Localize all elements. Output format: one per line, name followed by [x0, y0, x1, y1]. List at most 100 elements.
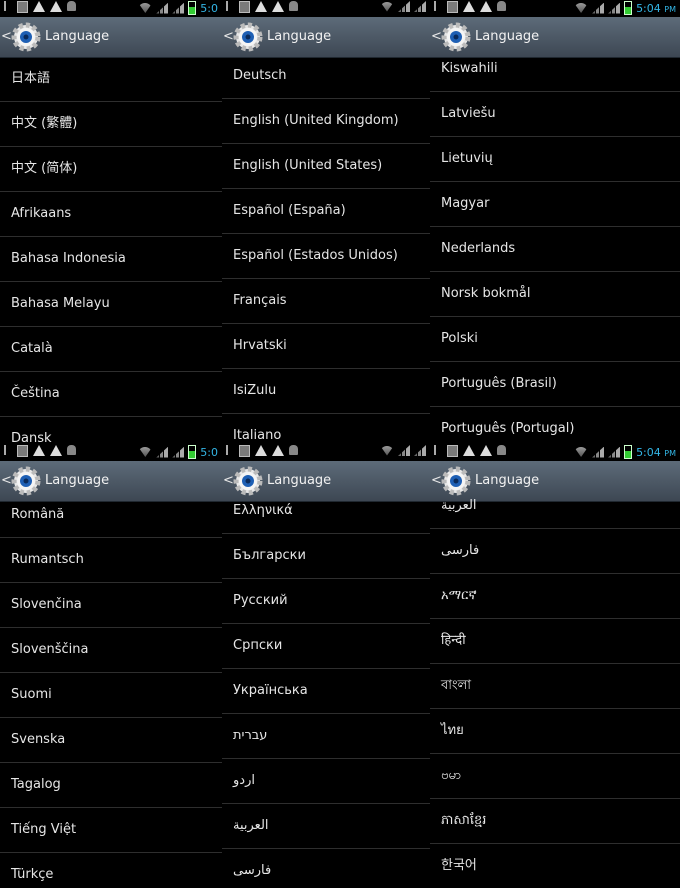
language-item[interactable]: አማርኛ — [430, 574, 680, 619]
language-item[interactable]: 한국어 — [430, 844, 680, 888]
language-item[interactable]: ဗမာ — [430, 754, 680, 799]
status-bar: 5:0 — [0, 444, 222, 461]
signal-icon — [172, 446, 185, 458]
clock: 5:0 — [200, 445, 218, 459]
usb-icon — [226, 1, 234, 11]
battery-icon — [624, 1, 633, 15]
language-panel-2: < Language Deutsch English (United Kingd… — [222, 0, 430, 444]
usb-icon — [4, 1, 12, 11]
status-bar: 5:0 — [0, 0, 222, 17]
language-item[interactable]: Português (Brasil) — [430, 362, 680, 407]
language-item[interactable]: Polski — [430, 317, 680, 362]
language-item[interactable]: Slovenčina — [0, 583, 222, 628]
screen-title: Language — [45, 473, 110, 488]
language-list: Română Rumantsch Slovenčina Slovenščina … — [0, 493, 222, 888]
signal-icon — [398, 1, 410, 12]
language-item[interactable]: Dansk — [0, 417, 222, 444]
language-item[interactable]: Tagalog — [0, 763, 222, 808]
language-item[interactable]: Nederlands — [430, 227, 680, 272]
clock: 5:04 PM — [636, 1, 676, 15]
language-item[interactable]: فارسی — [222, 849, 430, 888]
language-item[interactable]: English (United States) — [222, 144, 430, 189]
language-item[interactable]: IsiZulu — [222, 369, 430, 414]
language-item[interactable]: Italiano — [222, 414, 430, 444]
language-item[interactable]: Latviešu — [430, 92, 680, 137]
language-item[interactable]: Tiếng Việt — [0, 808, 222, 853]
signal-icon — [608, 446, 621, 458]
language-panel-1: 5:0 < Language 日本語 中文 (繁體) 中文 (简体) Afrik… — [0, 0, 222, 444]
language-item[interactable]: Afrikaans — [0, 192, 222, 237]
language-item[interactable]: Bahasa Indonesia — [0, 237, 222, 282]
language-item[interactable]: Română — [0, 493, 222, 538]
language-item[interactable]: Lietuvių — [430, 137, 680, 182]
screen-title: Language — [267, 473, 332, 488]
language-item[interactable]: Magyar — [430, 182, 680, 227]
usb-icon — [434, 1, 442, 11]
language-panel-6: 5:04 PM < Language العربية فارسی አማርኛ हि… — [430, 444, 680, 888]
language-item[interactable]: فارسی — [430, 529, 680, 574]
language-item[interactable]: Deutsch — [222, 54, 430, 99]
language-item[interactable]: 中文 (简体) — [0, 147, 222, 192]
language-list: Ελληνικά Български Русский Српски Україн… — [222, 489, 430, 888]
status-bar: 5:04 PM — [430, 444, 680, 461]
battery-icon — [188, 445, 197, 459]
warning-icon — [50, 445, 62, 456]
android-debug-icon — [67, 445, 76, 455]
language-item[interactable]: Català — [0, 327, 222, 372]
signal-icon — [592, 2, 605, 14]
language-item[interactable]: Svenska — [0, 718, 222, 763]
language-item[interactable]: العربية — [222, 804, 430, 849]
language-item[interactable]: Português (Portugal) — [430, 407, 680, 444]
app-notification-icon — [239, 1, 250, 13]
language-item[interactable]: اردو — [222, 759, 430, 804]
language-item[interactable]: ភាសាខ្មែរ — [430, 799, 680, 844]
language-item[interactable]: Español (España) — [222, 189, 430, 234]
warning-icon — [272, 445, 284, 456]
app-notification-icon — [17, 1, 28, 13]
status-bar — [222, 444, 430, 461]
language-item[interactable]: Bahasa Melayu — [0, 282, 222, 327]
clock: 5:04 PM — [636, 445, 676, 459]
language-item[interactable]: Ελληνικά — [222, 489, 430, 534]
language-item[interactable]: Hrvatski — [222, 324, 430, 369]
language-item[interactable]: 中文 (繁體) — [0, 102, 222, 147]
language-item[interactable]: Türkçe — [0, 853, 222, 888]
language-item[interactable]: Rumantsch — [0, 538, 222, 583]
warning-icon — [255, 1, 267, 12]
language-item[interactable]: ไทย — [430, 709, 680, 754]
language-item[interactable]: Français — [222, 279, 430, 324]
language-item[interactable]: עברית — [222, 714, 430, 759]
language-item[interactable]: Slovenščina — [0, 628, 222, 673]
wifi-icon — [380, 445, 394, 456]
warning-icon — [33, 1, 45, 12]
wifi-icon — [380, 1, 394, 12]
language-item[interactable]: Русский — [222, 579, 430, 624]
screen-title: Language — [45, 29, 110, 44]
language-item[interactable]: 日本語 — [0, 57, 222, 102]
warning-icon — [272, 1, 284, 12]
language-list: 日本語 中文 (繁體) 中文 (简体) Afrikaans Bahasa Ind… — [0, 57, 222, 444]
language-panel-3: 5:04 PM < Language Kiswahili Latviešu Li… — [430, 0, 680, 444]
screen-title: Language — [267, 29, 332, 44]
signal-icon — [172, 2, 185, 14]
language-item[interactable]: Norsk bokmål — [430, 272, 680, 317]
language-item[interactable]: हिन्दी — [430, 619, 680, 664]
action-bar[interactable]: < Language — [0, 17, 222, 58]
language-item[interactable]: Српски — [222, 624, 430, 669]
language-item[interactable]: Čeština — [0, 372, 222, 417]
language-item[interactable]: English (United Kingdom) — [222, 99, 430, 144]
language-item[interactable]: Українська — [222, 669, 430, 714]
usb-icon — [4, 445, 12, 455]
status-bar — [222, 0, 430, 17]
language-list: Deutsch English (United Kingdom) English… — [222, 54, 430, 444]
language-item[interactable]: বাংলা — [430, 664, 680, 709]
language-item[interactable]: Suomi — [0, 673, 222, 718]
action-bar[interactable]: < Language — [222, 17, 430, 58]
language-item[interactable]: العربية — [430, 484, 680, 529]
wifi-icon — [138, 447, 153, 457]
wifi-icon — [574, 447, 589, 457]
language-item[interactable]: Български — [222, 534, 430, 579]
android-debug-icon — [497, 445, 506, 455]
language-item[interactable]: Kiswahili — [430, 47, 680, 92]
language-item[interactable]: Español (Estados Unidos) — [222, 234, 430, 279]
